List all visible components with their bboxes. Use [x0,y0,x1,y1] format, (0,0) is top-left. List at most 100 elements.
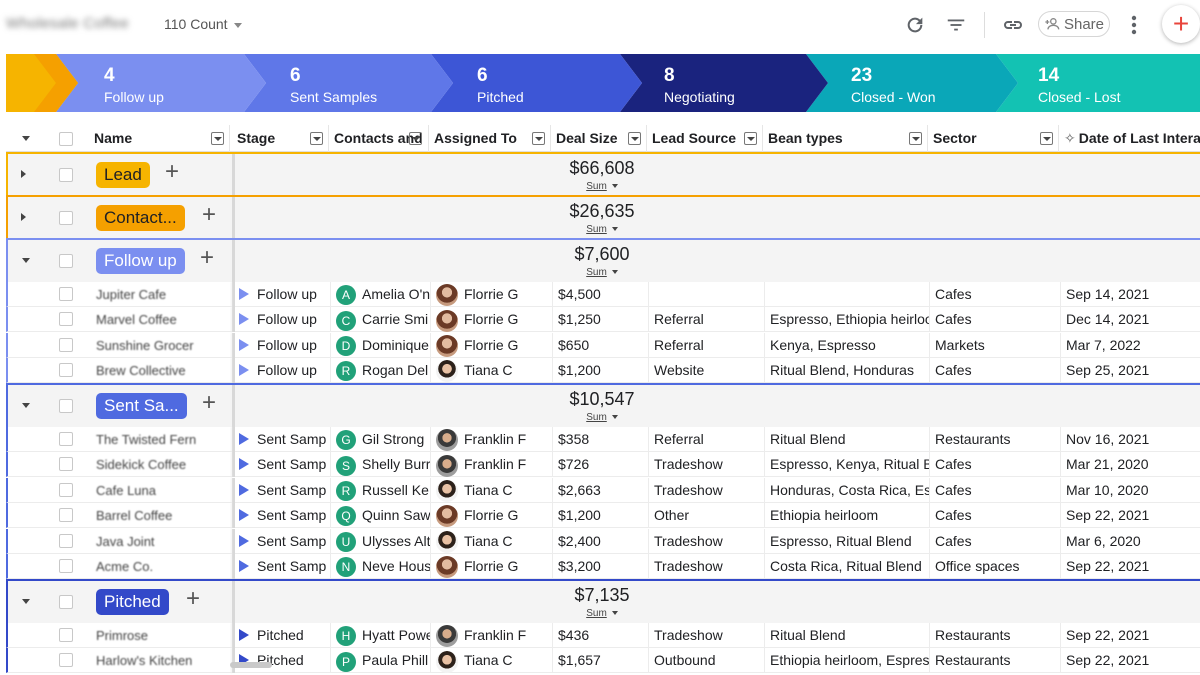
cell-name[interactable]: The Twisted Fern [91,427,232,452]
refresh-icon[interactable] [902,12,928,38]
cell-assigned[interactable]: Franklin F [431,427,553,452]
group-label[interactable]: Lead [96,162,150,188]
cell-date[interactable]: Sep 22, 2021 [1061,623,1200,648]
cell-date[interactable]: Dec 14, 2021 [1061,307,1200,332]
cell-assigned[interactable]: Franklin F [431,623,553,648]
table-row[interactable]: Primrose Pitched H Hyatt Powe Franklin F $436… [6,623,1200,648]
cell-date[interactable]: Sep 22, 2021 [1061,554,1200,579]
cell-date[interactable]: Mar 10, 2020 [1061,478,1200,503]
table-row[interactable]: Jupiter Cafe Follow up A Amelia O'n Florrie … [6,282,1200,307]
group-checkbox[interactable] [59,211,73,225]
row-checkbox[interactable] [59,432,73,446]
group-checkbox[interactable] [59,595,73,609]
add-item-icon[interactable]: + [200,244,214,272]
column-header-bean-types[interactable]: Bean types [763,125,928,152]
table-row[interactable]: Harlow's Kitchen Pitched P Paula Phill Tiana… [6,648,1200,674]
group-label[interactable]: Sent Sa... [96,393,187,419]
horizontal-scrollbar[interactable] [230,662,272,668]
cell-sector[interactable]: Cafes [930,307,1061,333]
cell-sector[interactable]: Restaurants [930,427,1061,452]
cell-stage[interactable]: Sent Samp [234,477,331,503]
cell-name[interactable]: Marvel Coffee [91,307,232,333]
cell-beans[interactable]: Ethiopia heirloom [765,503,930,529]
cell-sector[interactable]: Cafes [930,282,1061,307]
row-checkbox[interactable] [59,508,73,523]
cell-beans[interactable]: Ritual Blend [765,623,930,648]
group-checkbox[interactable] [59,399,73,413]
row-checkbox[interactable] [59,653,73,668]
expand-group-icon[interactable] [21,170,26,178]
row-checkbox[interactable] [59,457,73,472]
column-header-sector[interactable]: Sector [928,125,1059,152]
cell-deal[interactable]: $650 [553,332,649,358]
cell-contact[interactable]: U Ulysses Alt [331,528,431,554]
cell-contact[interactable]: H Hyatt Powe [331,623,431,648]
share-button[interactable]: Share [1038,11,1110,37]
cell-assigned[interactable]: Florrie G [431,332,553,358]
count-dropdown[interactable]: 110 Count [164,16,242,32]
column-menu-icon[interactable] [409,132,422,145]
cell-contact[interactable]: P Paula Phill [331,648,431,674]
row-checkbox[interactable] [59,287,73,301]
cell-stage[interactable]: Pitched [234,648,331,674]
cell-beans[interactable]: Kenya, Espresso [765,332,930,358]
cell-deal[interactable]: $726 [553,452,649,478]
collapse-group-icon[interactable] [22,258,30,263]
cell-sector[interactable]: Markets [930,332,1061,358]
cell-deal[interactable]: $2,400 [553,528,649,554]
cell-sector[interactable]: Cafes [930,477,1061,503]
cell-sector[interactable]: Cafes [930,358,1061,384]
add-item-icon[interactable]: + [202,389,216,417]
cell-sector[interactable]: Cafes [930,452,1061,478]
cell-contact[interactable]: G Gil Strong [331,427,431,452]
cell-deal[interactable]: $2,663 [553,477,649,503]
cell-beans[interactable]: Espresso, Kenya, Ritual B [765,452,930,478]
cell-deal[interactable]: $358 [553,427,649,452]
link-icon[interactable] [1000,12,1026,38]
cell-date[interactable]: Mar 6, 2020 [1061,529,1200,554]
cell-date[interactable]: Sep 25, 2021 [1061,358,1200,383]
row-checkbox[interactable] [59,482,73,497]
cell-deal[interactable]: $1,250 [553,307,649,333]
cell-beans[interactable]: Ritual Blend, Honduras [765,358,930,384]
table-row[interactable]: Java Joint Sent Samp U Ulysses Alt Tiana C $2… [6,528,1200,554]
cell-assigned[interactable]: Tiana C [431,528,553,554]
collapse-group-icon[interactable] [22,403,30,408]
cell-sector[interactable]: Cafes [930,503,1061,529]
column-header-name[interactable]: Name [89,125,230,152]
cell-assigned[interactable]: Tiana C [431,477,553,503]
sum-selector[interactable]: Sum [528,181,676,192]
row-checkbox[interactable] [59,337,73,352]
column-header-date[interactable]: ✧ Date of Last Intera [1059,125,1200,152]
cell-name[interactable]: Cafe Luna [91,477,232,503]
cell-beans[interactable]: Honduras, Costa Rica, Es [765,477,930,503]
chevron-pitched[interactable] [431,54,642,112]
cell-stage[interactable]: Sent Samp [234,452,331,478]
cell-deal[interactable]: $1,200 [553,358,649,384]
add-button[interactable]: + [1162,5,1200,43]
column-menu-icon[interactable] [1040,132,1053,145]
cell-assigned[interactable]: Franklin F [431,452,553,478]
cell-beans[interactable]: Costa Rica, Ritual Blend [765,554,930,579]
cell-name[interactable]: Sunshine Grocer [91,332,232,358]
row-checkbox[interactable] [59,363,73,378]
cell-lead-source[interactable]: Other [649,503,765,529]
cell-lead-source[interactable]: Tradeshow [649,528,765,554]
cell-lead-source[interactable]: Website [649,358,765,384]
collapse-all-icon[interactable] [22,136,30,141]
column-menu-icon[interactable] [211,132,224,145]
cell-deal[interactable]: $4,500 [553,282,649,307]
row-checkbox[interactable] [59,312,73,327]
cell-stage[interactable]: Pitched [234,623,331,648]
table-row[interactable]: Cafe Luna Sent Samp R Russell Ke Tiana C $2,6… [6,477,1200,503]
cell-name[interactable]: Brew Collective [91,358,232,384]
cell-deal[interactable]: $436 [553,623,649,648]
cell-sector[interactable]: Cafes [930,528,1061,554]
column-menu-icon[interactable] [532,132,545,145]
cell-beans[interactable]: Ritual Blend [765,427,930,452]
cell-stage[interactable]: Sent Samp [234,503,331,529]
column-menu-icon[interactable] [744,132,757,145]
cell-date[interactable]: Sep 14, 2021 [1061,282,1200,307]
table-row[interactable]: Barrel Coffee Sent Samp Q Quinn Saw Florrie … [6,503,1200,529]
cell-lead-source[interactable]: Tradeshow [649,554,765,579]
